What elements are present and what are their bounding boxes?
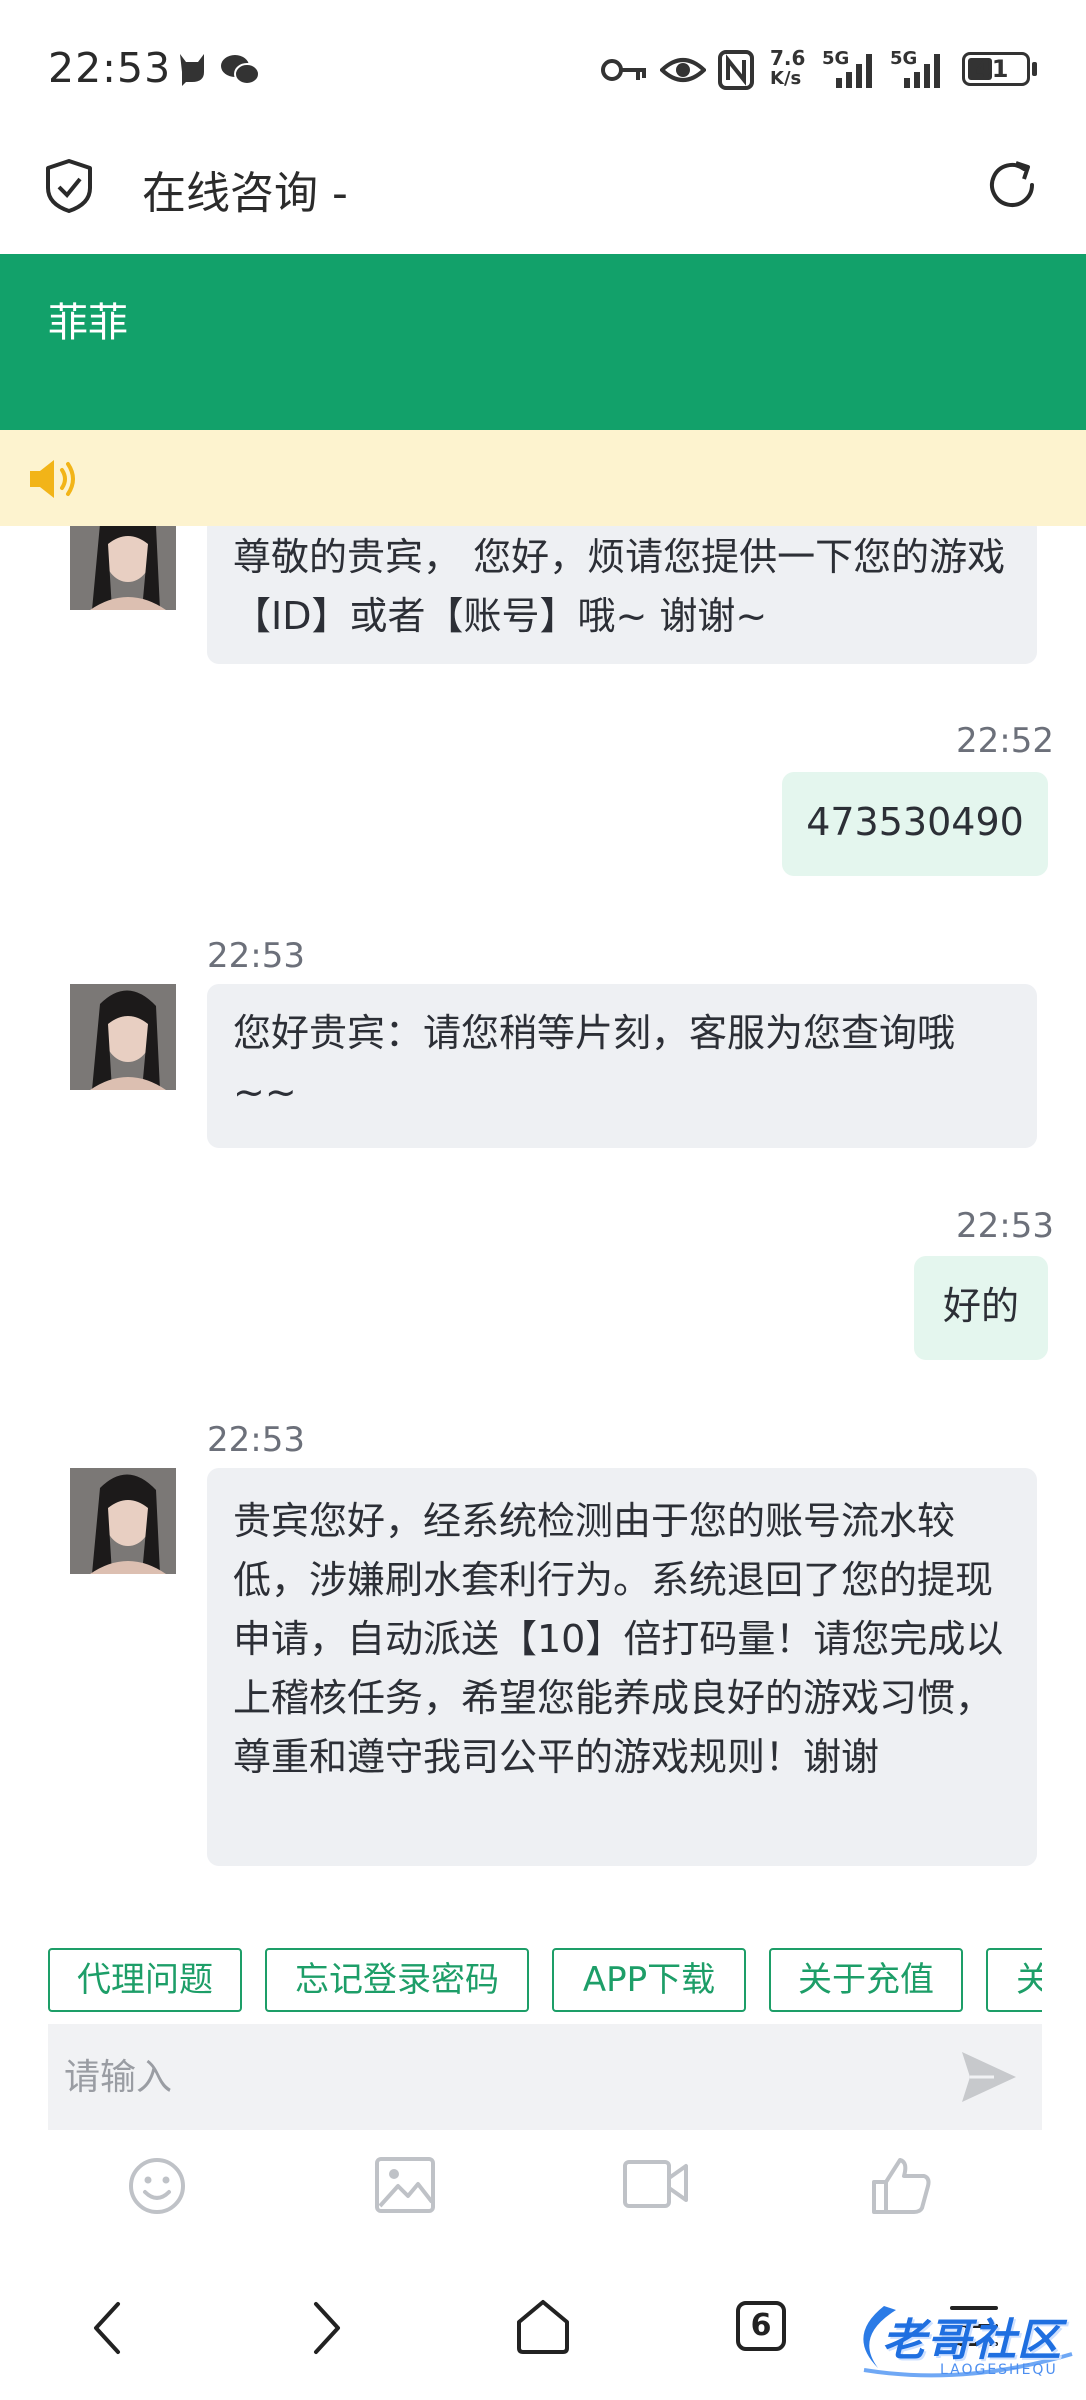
message-text: 尊敬的贵宾， 您好，烦请您提供一下您的游戏【ID】或者【账号】哦~ 谢谢~ [233,535,1006,638]
speaker-icon [30,460,75,498]
status-time: 22:53 [48,44,172,92]
shield-check-icon[interactable] [44,158,94,214]
watermark-subtext: LAOGESHEQU [940,2362,1058,2378]
message-text: 好的 [942,1284,1019,1328]
message-time: 22:53 [207,936,305,976]
signal-icon-2 [904,54,940,88]
battery-level: 41 [975,55,1009,83]
back-icon[interactable] [92,2300,122,2356]
video-icon[interactable] [622,2156,690,2210]
quick-reply-chip[interactable]: 关 [986,1948,1042,2012]
net-speed: 7.6 [770,46,806,70]
message-bubble-outgoing: 473530490 [782,772,1048,876]
notice-bar [0,430,1086,526]
quick-reply-bar: 代理问题 忘记登录密码 APP下载 关于充值 关 [0,1948,1042,2018]
message-text: 贵宾您好，经系统检测由于您的账号流水较低，涉嫌刷水套利行为。系统退回了您的提现申… [233,1499,1004,1779]
net-unit: K/s [770,68,802,89]
screen: 22:53 7.6 K/s 5G 5G 41 在线咨询 - 菲菲 尊敬的贵宾， … [0,0,1086,2400]
refresh-icon[interactable] [984,157,1040,213]
quick-reply-chip[interactable]: 忘记登录密码 [265,1948,529,2012]
status-bar: 22:53 7.6 K/s 5G 5G 41 [0,0,1086,140]
watermark-text: 老哥社区 [882,2315,1062,2366]
message-bubble-incoming: 尊敬的贵宾， 您好，烦请您提供一下您的游戏【ID】或者【账号】哦~ 谢谢~ [207,526,1037,664]
message-time: 22:52 [956,721,1054,761]
eye-icon [660,58,706,82]
message-bubble-incoming: 您好贵宾：请您稍等片刻，客服为您查询哦~~ [207,984,1037,1148]
message-text: 473530490 [806,800,1024,844]
home-icon[interactable] [514,2298,572,2356]
emoji-icon[interactable] [127,2156,187,2216]
message-bubble-incoming: 贵宾您好，经系统检测由于您的账号流水较低，涉嫌刷水套利行为。系统退回了您的提现申… [207,1468,1037,1866]
image-icon[interactable] [374,2156,436,2214]
message-text: 您好贵宾：请您稍等片刻，客服为您查询哦~~ [233,1011,956,1114]
message-bubble-outgoing: 好的 [914,1256,1048,1360]
agent-name: 菲菲 [48,300,128,346]
agent-avatar[interactable] [70,1468,176,1574]
agent-avatar[interactable] [70,984,176,1090]
agent-avatar[interactable] [70,526,176,610]
chat-header [0,254,1086,430]
wechat-icon [221,55,260,85]
page-title: 在线咨询 - [142,168,348,219]
watermark-logo: 老哥社区 LAOGESHEQU [844,2296,1080,2380]
signal-icon [836,54,872,88]
thumbs-up-icon[interactable] [870,2156,932,2216]
cat-notification-icon [180,54,204,86]
key-icon [601,59,646,81]
nfc-icon [718,50,754,90]
battery-icon: 41 [962,52,1030,86]
forward-icon[interactable] [312,2300,342,2356]
send-icon[interactable] [960,2050,1018,2104]
battery-tip [1032,62,1037,76]
quick-reply-chip[interactable]: 关于充值 [769,1948,963,2012]
message-time: 22:53 [207,1420,305,1460]
quick-reply-chip[interactable]: 代理问题 [48,1948,242,2012]
message-input[interactable] [64,2024,944,2130]
message-list[interactable]: 尊敬的贵宾， 您好，烦请您提供一下您的游戏【ID】或者【账号】哦~ 谢谢~ 22… [0,526,1086,1916]
input-box [48,2024,1042,2130]
message-time: 22:53 [956,1206,1054,1246]
quick-reply-chip[interactable]: APP下载 [552,1948,746,2012]
tabs-button[interactable]: 6 [736,2301,786,2351]
